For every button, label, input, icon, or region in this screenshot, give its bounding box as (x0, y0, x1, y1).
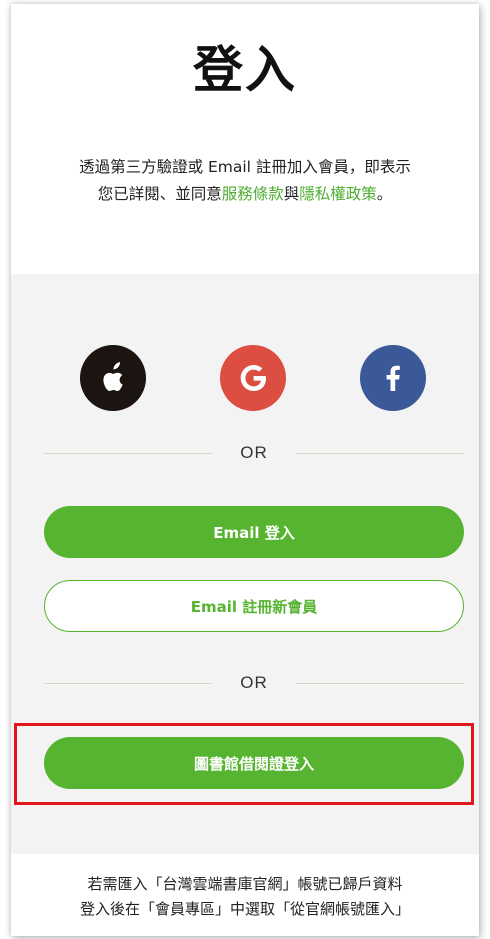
google-icon (240, 365, 266, 391)
import-notice-line-1: 若需匯入「台灣雲端書庫官網」帳號已歸戶資料 (87, 875, 403, 893)
terms-and: 與 (283, 185, 300, 203)
terms-line-2: 您已詳閱、並同意服務條款與隱私權政策。 (11, 181, 479, 208)
divider-line (296, 453, 464, 454)
page-title: 登入 (193, 41, 297, 99)
divider-line (296, 683, 464, 684)
login-options-panel: OR Email 登入 Email 註冊新會員 OR 圖書館借閱證登入 (11, 274, 479, 854)
google-login-button[interactable] (220, 345, 286, 411)
import-notice: 若需匯入「台灣雲端書庫官網」帳號已歸戶資料 登入後在「會員專區」中選取「從官網帳… (11, 872, 479, 922)
facebook-login-button[interactable] (360, 345, 426, 411)
apple-icon (103, 362, 123, 392)
facebook-icon (386, 365, 400, 391)
terms-notice: 透過第三方驗證或 Email 註冊加入會員，即表示 您已詳閱、並同意服務條款與隱… (11, 154, 479, 208)
terms-prefix: 您已詳閱、並同意 (97, 185, 222, 203)
library-card-login-button[interactable]: 圖書館借閱證登入 (44, 737, 464, 789)
or-divider-2: OR (44, 673, 464, 695)
privacy-policy-link[interactable]: 隱私權政策 (299, 185, 377, 203)
terms-line-1: 透過第三方驗證或 Email 註冊加入會員，即表示 (79, 158, 411, 176)
email-login-button[interactable]: Email 登入 (44, 506, 464, 558)
login-page: 登入 透過第三方驗證或 Email 註冊加入會員，即表示 您已詳閱、並同意服務條… (11, 4, 479, 936)
or-divider-1: OR (44, 443, 464, 465)
email-register-button[interactable]: Email 註冊新會員 (44, 580, 464, 632)
import-notice-line-2: 登入後在「會員專區」中選取「從官網帳號匯入」 (79, 900, 410, 918)
terms-of-service-link[interactable]: 服務條款 (222, 185, 284, 203)
terms-suffix: 。 (376, 185, 393, 203)
apple-login-button[interactable] (80, 345, 146, 411)
